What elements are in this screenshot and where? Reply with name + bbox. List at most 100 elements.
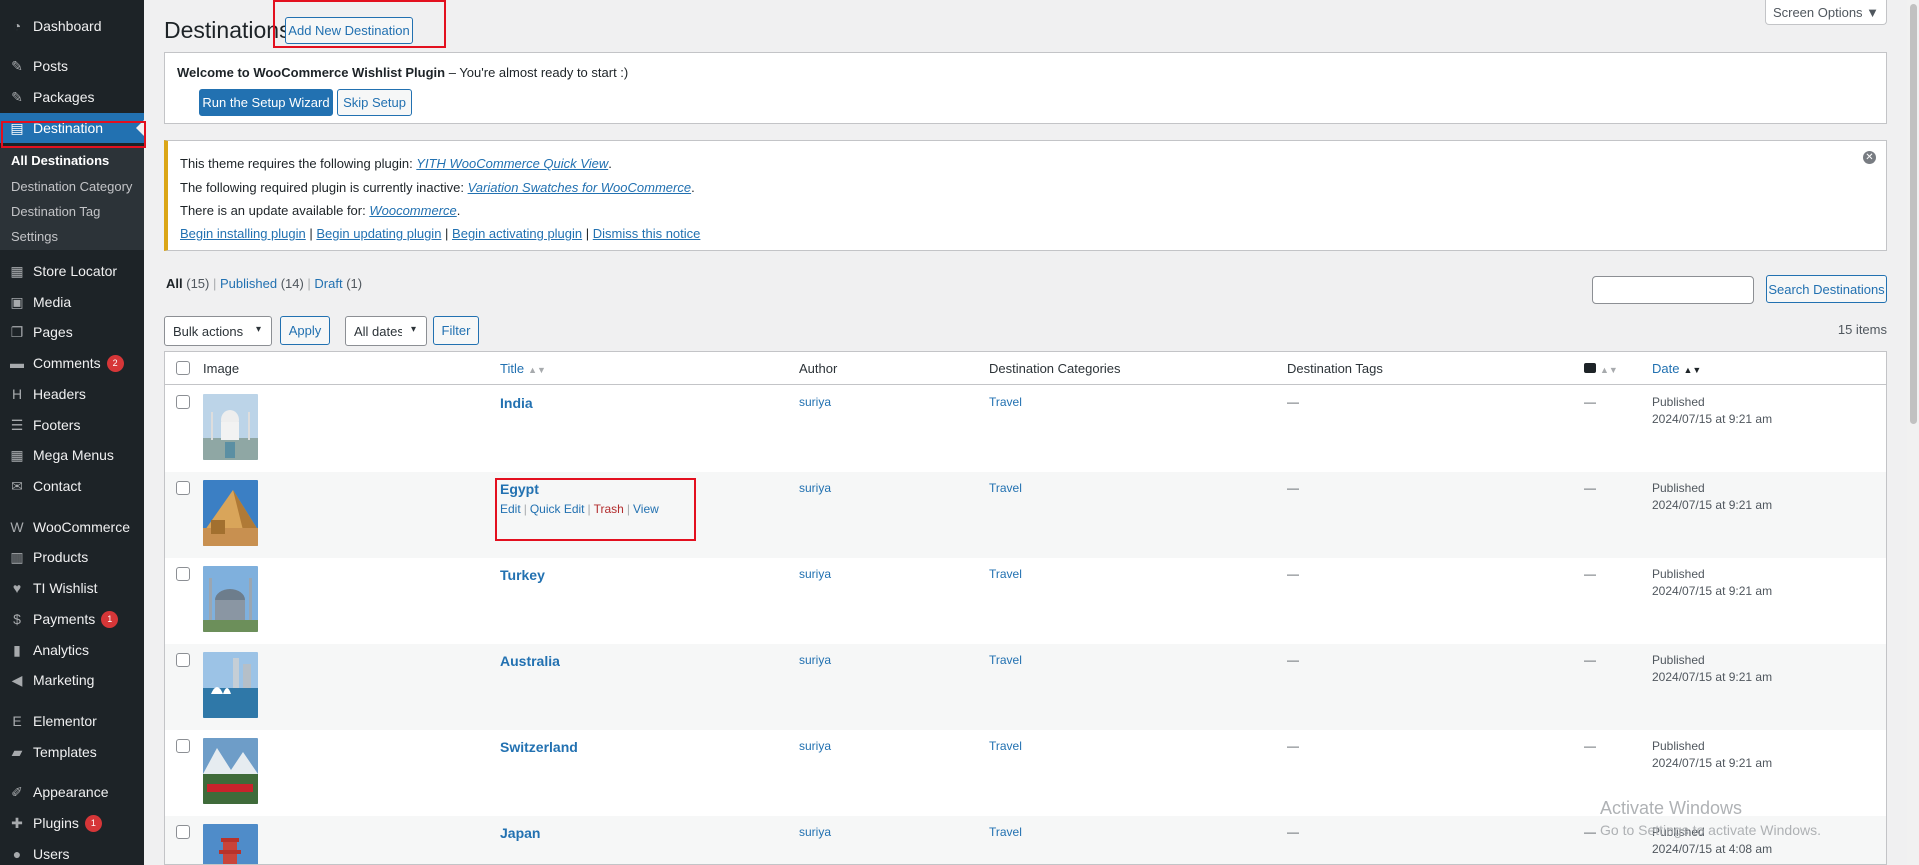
- screen-options-button[interactable]: Screen Options ▼: [1765, 0, 1887, 25]
- row-checkbox[interactable]: [176, 567, 190, 581]
- view-link[interactable]: View: [633, 502, 659, 516]
- menu-ti-wishlist[interactable]: ♥ TI Wishlist: [0, 573, 144, 603]
- sort-icon: ▲▼: [528, 365, 546, 375]
- comment-icon: ▬: [10, 355, 24, 371]
- column-comments[interactable]: ▲▼: [1584, 361, 1618, 376]
- row-checkbox[interactable]: [176, 481, 190, 495]
- begin-activating-link[interactable]: Begin activating plugin: [452, 226, 582, 241]
- post-date: 2024/07/15 at 9:21 am: [1652, 756, 1773, 770]
- menu-users[interactable]: ● Users: [0, 839, 144, 865]
- plugins-count-badge: 1: [84, 814, 102, 832]
- author-link[interactable]: suriya: [799, 481, 831, 495]
- category-link[interactable]: Travel: [989, 395, 1022, 409]
- author-link[interactable]: suriya: [799, 395, 831, 409]
- menu-pages[interactable]: ❐ Pages: [0, 317, 144, 347]
- woocommerce-link[interactable]: Woocommerce: [369, 203, 456, 218]
- row-actions: Edit | Quick Edit | Trash | View: [500, 502, 659, 516]
- apply-button[interactable]: Apply: [280, 316, 330, 345]
- page-title: Destinations: [164, 17, 291, 43]
- menu-footers[interactable]: ☰ Footers: [0, 410, 144, 440]
- category-link[interactable]: Travel: [989, 739, 1022, 753]
- select-all-checkbox[interactable]: [176, 361, 190, 375]
- menu-destination[interactable]: ▤ Destination: [0, 113, 144, 143]
- submenu-all-destinations[interactable]: All Destinations: [11, 153, 109, 168]
- author-link[interactable]: suriya: [799, 653, 831, 667]
- scrollbar-thumb[interactable]: [1910, 4, 1917, 424]
- menu-media[interactable]: ▣ Media: [0, 287, 144, 317]
- comments-value: —: [1584, 395, 1596, 409]
- run-setup-wizard-button[interactable]: Run the Setup Wizard: [199, 89, 333, 116]
- trash-link[interactable]: Trash: [594, 502, 624, 516]
- menu-products[interactable]: ▥ Products: [0, 542, 144, 572]
- wishlist-notice: Welcome to WooCommerce Wishlist Plugin –…: [164, 52, 1887, 124]
- close-icon[interactable]: ✕: [1863, 151, 1876, 164]
- menu-appearance[interactable]: ✐ Appearance: [0, 777, 144, 807]
- row-checkbox[interactable]: [176, 825, 190, 839]
- layout-icon: ▤: [10, 119, 24, 136]
- row-checkbox[interactable]: [176, 653, 190, 667]
- menu-store-locator[interactable]: ▦ Store Locator: [0, 256, 144, 286]
- menu-dashboard[interactable]: ◔ Dashboard: [0, 11, 144, 41]
- author-link[interactable]: suriya: [799, 739, 831, 753]
- view-published-link[interactable]: Published: [220, 276, 277, 291]
- edit-link[interactable]: Edit: [500, 502, 521, 516]
- date-cell: Published 2024/07/15 at 9:21 am: [1652, 394, 1772, 428]
- menu-packages[interactable]: ✎ Packages: [0, 82, 144, 112]
- view-draft-link[interactable]: Draft: [314, 276, 342, 291]
- heading-icon: H: [11, 386, 23, 402]
- submenu-destination-tag[interactable]: Destination Tag: [11, 204, 100, 219]
- row-checkbox[interactable]: [176, 739, 190, 753]
- menu-comments[interactable]: ▬ Comments 2: [0, 348, 144, 378]
- post-date: 2024/07/15 at 9:21 am: [1652, 670, 1773, 684]
- yith-quick-view-link[interactable]: YITH WooCommerce Quick View: [416, 156, 608, 171]
- menu-marketing[interactable]: ◀ Marketing: [0, 665, 144, 695]
- begin-updating-link[interactable]: Begin updating plugin: [316, 226, 441, 241]
- search-input[interactable]: [1592, 276, 1754, 304]
- tags-value: —: [1287, 653, 1299, 667]
- table-icon: ▦: [10, 446, 24, 463]
- menu-label: WooCommerce: [33, 519, 130, 535]
- filter-button[interactable]: Filter: [433, 316, 479, 345]
- add-new-destination-button[interactable]: Add New Destination: [285, 17, 413, 44]
- search-destinations-button[interactable]: Search Destinations: [1766, 275, 1887, 303]
- menu-woocommerce[interactable]: W WooCommerce: [0, 512, 144, 542]
- menu-payments[interactable]: $ Payments 1: [0, 604, 144, 634]
- menu-contact[interactable]: ✉ Contact: [0, 471, 144, 501]
- dismiss-notice-link[interactable]: Dismiss this notice: [593, 226, 701, 241]
- column-date[interactable]: Date ▲▼: [1652, 361, 1701, 376]
- category-link[interactable]: Travel: [989, 567, 1022, 581]
- menu-elementor[interactable]: E Elementor: [0, 706, 144, 736]
- destination-title-link[interactable]: Australia: [500, 653, 560, 669]
- destination-title-link[interactable]: Egypt: [500, 481, 539, 497]
- destination-title-link[interactable]: Japan: [500, 825, 540, 841]
- pin-icon: ✎: [11, 57, 23, 74]
- submenu-destination-category[interactable]: Destination Category: [11, 179, 132, 194]
- menu-plugins[interactable]: ✚ Plugins 1: [0, 808, 144, 838]
- category-link[interactable]: Travel: [989, 653, 1022, 667]
- page-scrollbar[interactable]: [1907, 0, 1919, 865]
- menu-mega-menus[interactable]: ▦ Mega Menus: [0, 440, 144, 470]
- bulk-actions-select[interactable]: Bulk actions: [164, 316, 272, 346]
- begin-installing-link[interactable]: Begin installing plugin: [180, 226, 306, 241]
- category-link[interactable]: Travel: [989, 481, 1022, 495]
- skip-setup-button[interactable]: Skip Setup: [337, 89, 412, 116]
- pages-icon: ❐: [10, 323, 24, 340]
- menu-posts[interactable]: ✎ Posts: [0, 51, 144, 81]
- destination-title-link[interactable]: India: [500, 395, 533, 411]
- variation-swatches-link[interactable]: Variation Swatches for WooCommerce: [468, 180, 692, 195]
- row-checkbox[interactable]: [176, 395, 190, 409]
- column-title[interactable]: Title ▲▼: [500, 361, 546, 376]
- date-filter-select[interactable]: All dates: [345, 316, 427, 346]
- author-link[interactable]: suriya: [799, 825, 831, 839]
- category-link[interactable]: Travel: [989, 825, 1022, 839]
- view-all-link[interactable]: All: [166, 276, 183, 291]
- destination-title-link[interactable]: Switzerland: [500, 739, 578, 755]
- menu-templates[interactable]: ▰ Templates: [0, 737, 144, 767]
- menu-analytics[interactable]: ▮ Analytics: [0, 635, 144, 665]
- chart-bar-icon: ▮: [13, 641, 21, 658]
- menu-headers[interactable]: H Headers: [0, 379, 144, 409]
- destination-title-link[interactable]: Turkey: [500, 567, 545, 583]
- quick-edit-link[interactable]: Quick Edit: [530, 502, 585, 516]
- submenu-settings[interactable]: Settings: [11, 229, 58, 244]
- author-link[interactable]: suriya: [799, 567, 831, 581]
